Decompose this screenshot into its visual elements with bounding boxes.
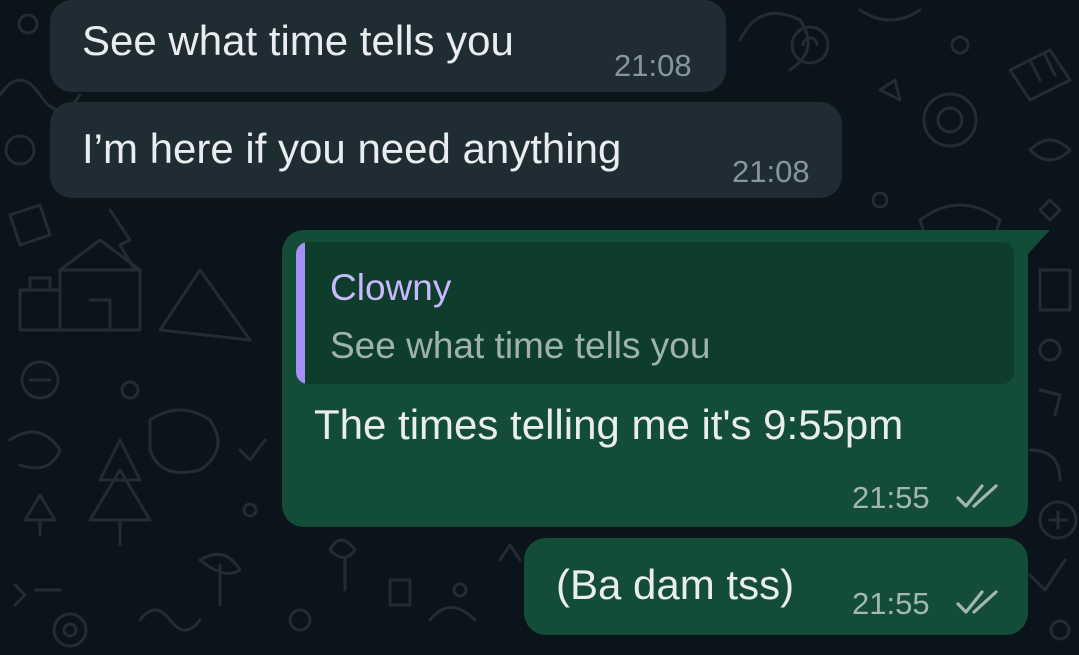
double-check-icon bbox=[956, 590, 998, 614]
message-time: 21:55 bbox=[852, 586, 930, 621]
double-check-icon bbox=[956, 484, 998, 508]
bubble-tail bbox=[1016, 230, 1050, 254]
reply-quote-text: See what time tells you bbox=[330, 325, 711, 366]
reply-quote[interactable]: Clowny See what time tells you bbox=[296, 242, 1014, 384]
message-text: The times telling me it's 9:55pm bbox=[314, 401, 904, 448]
incoming-message[interactable]: I’m here if you need anything 21:08 bbox=[50, 102, 842, 198]
message-time: 21:55 bbox=[852, 480, 930, 515]
outgoing-message[interactable]: Clowny See what time tells you The times… bbox=[282, 230, 1028, 527]
message-text: I’m here if you need anything bbox=[82, 125, 622, 172]
reply-quote-author: Clowny bbox=[330, 267, 452, 308]
message-text: (Ba dam tss) bbox=[556, 561, 795, 608]
message-text: See what time tells you bbox=[82, 17, 514, 64]
message-time: 21:08 bbox=[614, 48, 692, 83]
message-time: 21:08 bbox=[732, 154, 810, 189]
outgoing-message[interactable]: (Ba dam tss) 21:55 bbox=[524, 538, 1028, 635]
incoming-message[interactable]: See what time tells you 21:08 bbox=[50, 0, 726, 92]
reply-quote-accent-bar bbox=[296, 242, 305, 384]
